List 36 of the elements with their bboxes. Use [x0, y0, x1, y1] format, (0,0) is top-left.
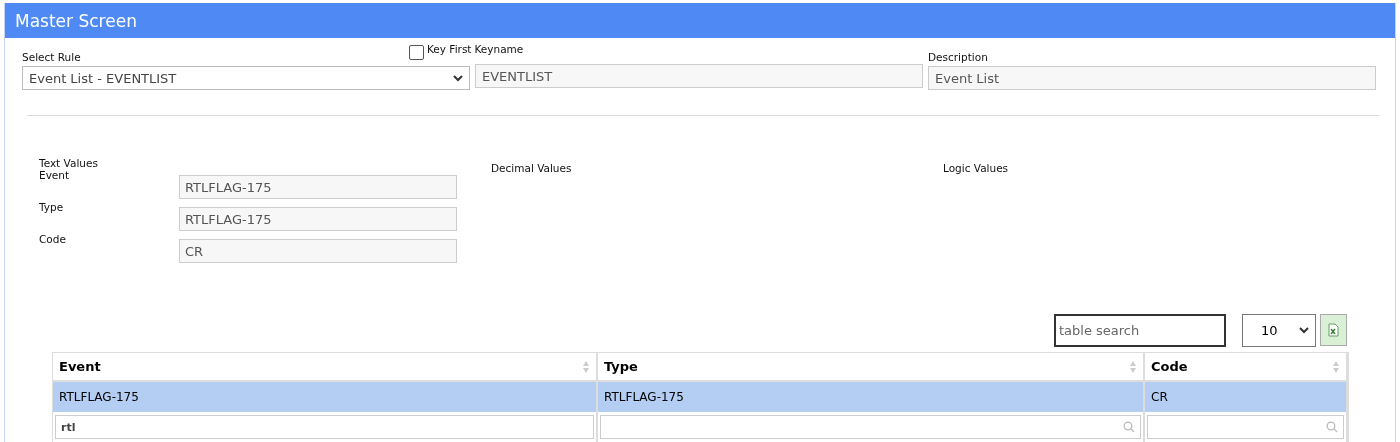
rule-select[interactable]: Event List - EVENTLIST [22, 66, 470, 90]
sort-icon [1129, 359, 1137, 374]
window-title: Master Screen [15, 10, 137, 31]
table-cell: RTLFLAG-175 [598, 382, 1145, 412]
section-title: Logic Values [943, 162, 1009, 174]
keyname-field[interactable]: EVENTLIST [475, 64, 923, 88]
table-search-field[interactable]: table search [1054, 314, 1226, 347]
sort-icon [582, 359, 590, 374]
search-icon [1326, 421, 1338, 433]
checkbox[interactable] [409, 45, 424, 60]
description-field[interactable]: Event List [928, 66, 1376, 90]
field-label: Description [928, 51, 988, 63]
section-title: Decimal Values [491, 162, 572, 174]
column-filter-field[interactable]: rtl [55, 415, 594, 439]
text-field[interactable]: RTLFLAG-175 [179, 207, 457, 231]
text-field[interactable]: RTLFLAG-175 [179, 175, 457, 199]
chevron-icon [453, 74, 463, 82]
sort-icon [1332, 359, 1340, 374]
field-label: Code [39, 233, 67, 245]
field-label: Select Rule [22, 51, 81, 63]
checkbox-label: Key First [427, 43, 472, 55]
field-label: Type [39, 201, 65, 213]
text-field[interactable]: CR [179, 239, 457, 263]
excel-export-button[interactable] [1320, 314, 1347, 346]
chevron-icon [1299, 327, 1309, 334]
spreadsheet-icon [1328, 323, 1339, 337]
field-label: Event [39, 169, 71, 181]
field-label: Keyname [474, 43, 524, 55]
table-cell: CR [1145, 382, 1348, 412]
page-size-select[interactable]: 10 [1242, 314, 1316, 347]
column-filter-field[interactable] [1147, 415, 1344, 439]
column-filter-field[interactable] [600, 415, 1141, 439]
table-row[interactable]: RTLFLAG-175 RTLFLAG-175 CR [53, 382, 1348, 412]
search-icon [1123, 421, 1135, 433]
table-cell: RTLFLAG-175 [53, 382, 598, 412]
section-title: Text Values [39, 157, 98, 169]
